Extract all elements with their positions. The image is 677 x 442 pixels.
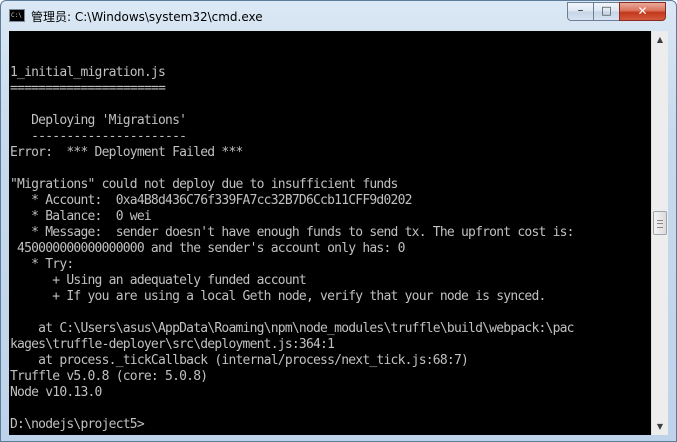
console-line: * Message: sender doesn't have enough fu… bbox=[10, 225, 574, 240]
console-line: 450000000000000000 and the sender's acco… bbox=[10, 241, 405, 256]
console-output[interactable]: 1_initial_migration.js ==================… bbox=[9, 31, 651, 435]
cmd-app-icon[interactable]: C:\ bbox=[9, 9, 25, 22]
minimize-icon: – bbox=[577, 3, 584, 17]
minimize-button[interactable]: – bbox=[567, 2, 594, 21]
console-line: Deploying 'Migrations' bbox=[10, 113, 187, 128]
console-line: * Account: 0xa4B8d436C76f339FA7cc32B7D6C… bbox=[10, 193, 412, 208]
vertical-scrollbar[interactable]: ▲ ▼ bbox=[651, 31, 668, 435]
console-line: kages\truffle-deployer\src\deployment.js… bbox=[10, 337, 335, 352]
console-line: at process._tickCallback (internal/proce… bbox=[10, 353, 469, 368]
console-line: Truffle v5.0.8 (core: 5.0.8) bbox=[10, 369, 208, 384]
grip-icon bbox=[657, 219, 663, 228]
close-icon: ✕ bbox=[637, 4, 648, 18]
console-line: ====================== bbox=[10, 81, 166, 96]
console-line: "Migrations" could not deploy due to ins… bbox=[10, 177, 398, 192]
console-lines: 1_initial_migration.js ==================… bbox=[10, 33, 575, 435]
scroll-up-arrow-icon[interactable]: ▲ bbox=[652, 31, 668, 48]
close-button[interactable]: ✕ bbox=[619, 2, 666, 21]
maximize-button[interactable]: □ bbox=[593, 2, 620, 21]
console-line: Node v10.13.0 bbox=[10, 385, 102, 400]
console-line: * Try: bbox=[10, 257, 74, 272]
console-line: Error: *** Deployment Failed *** bbox=[10, 145, 243, 160]
console-line: ---------------------- bbox=[10, 129, 187, 144]
console-line: * Balance: 0 wei bbox=[10, 209, 152, 224]
cmd-window: C:\ 管理员: C:\Windows\system32\cmd.exe – □… bbox=[0, 0, 677, 442]
console-line: + If you are using a local Geth node, ve… bbox=[10, 289, 546, 304]
maximize-icon: □ bbox=[601, 4, 612, 17]
console-line: at C:\Users\asus\AppData\Roaming\npm\nod… bbox=[10, 321, 574, 336]
scrollbar-thumb[interactable] bbox=[653, 210, 667, 235]
scroll-down-arrow-icon[interactable]: ▼ bbox=[652, 418, 668, 435]
title-bar[interactable]: C:\ 管理员: C:\Windows\system32\cmd.exe – □… bbox=[1, 1, 676, 31]
window-title: 管理员: C:\Windows\system32\cmd.exe bbox=[31, 10, 263, 24]
console-line: D:\nodejs\project5> bbox=[10, 417, 145, 432]
console-line: 1_initial_migration.js bbox=[10, 65, 166, 80]
console-line: + Using an adequately funded account bbox=[10, 273, 306, 288]
